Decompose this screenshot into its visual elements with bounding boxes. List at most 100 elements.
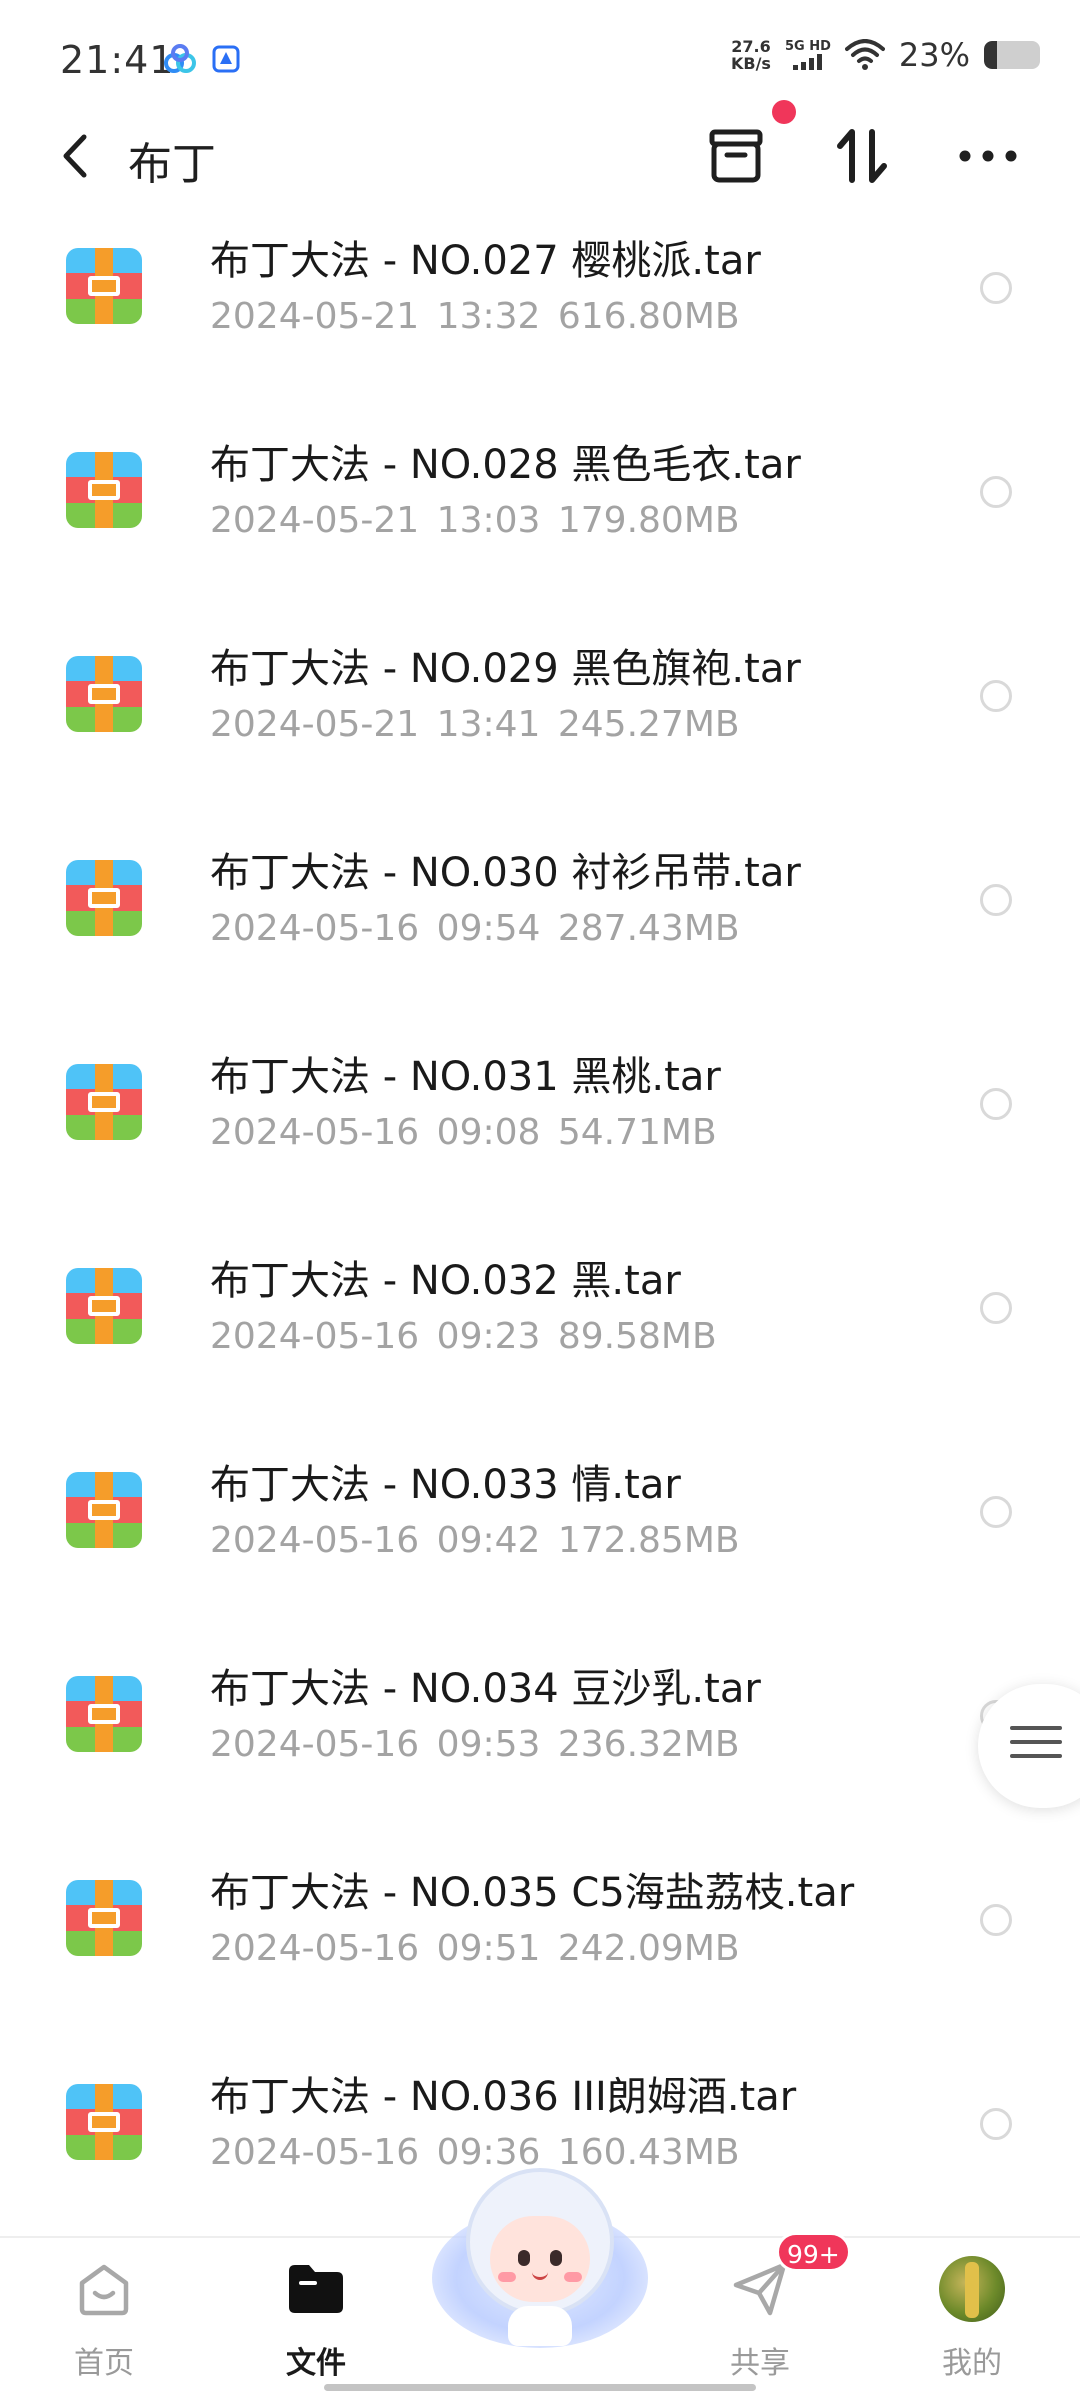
file-name: 布丁大法 - NO.028 黑色毛衣.tar [210,442,801,488]
file-date: 2024-05-21 [210,704,420,745]
archive-file-icon [66,1472,142,1548]
file-meta: 2024-05-21 13:32 616.80MB [210,296,740,337]
file-size: 89.58MB [557,1316,717,1357]
status-bar: 21:41 27.6 KB/s 5G HD 23% [0,0,1080,125]
folder-icon [283,2256,349,2322]
file-name: 布丁大法 - NO.030 衬衫吊带.tar [210,850,801,896]
file-row[interactable]: 布丁大法 - NO.035 C5海盐荔枝.tar 2024-05-16 09:5… [0,1836,1080,2040]
file-date: 2024-05-16 [210,1928,420,1969]
file-name: 布丁大法 - NO.034 豆沙乳.tar [210,1666,761,1712]
home-indicator[interactable] [324,2384,756,2391]
file-row[interactable]: 布丁大法 - NO.031 黑桃.tar 2024-05-16 09:08 54… [0,1020,1080,1224]
nav-item-share[interactable]: 99+ 共享 [680,2232,851,2388]
status-notification-icons [163,44,241,74]
transfer-button[interactable] [704,124,768,188]
file-row[interactable]: 布丁大法 - NO.029 黑色旗袍.tar 2024-05-21 13:41 … [0,612,1080,816]
file-name: 布丁大法 - NO.033 情.tar [210,1462,681,1508]
file-date: 2024-05-16 [210,2132,420,2173]
archive-box-icon [709,129,763,183]
file-size: 287.43MB [557,908,740,949]
archive-file-icon [66,1064,142,1140]
select-checkbox[interactable] [980,1904,1012,1936]
file-size: 179.80MB [557,500,740,541]
file-row[interactable]: 布丁大法 - NO.032 黑.tar 2024-05-16 09:23 89.… [0,1224,1080,1428]
file-time: 09:42 [436,1520,541,1561]
file-size: 160.43MB [557,2132,740,2173]
file-date: 2024-05-16 [210,1724,420,1765]
file-size: 172.85MB [557,1520,740,1561]
file-row[interactable]: 布丁大法 - NO.033 情.tar 2024-05-16 09:42 172… [0,1428,1080,1632]
notification-dot [772,100,796,124]
file-meta: 2024-05-16 09:23 89.58MB [210,1316,717,1357]
archive-file-icon [66,656,142,732]
nav-item-profile[interactable]: 我的 [892,2238,1052,2388]
file-meta: 2024-05-16 09:54 287.43MB [210,908,740,949]
more-button[interactable] [956,124,1020,188]
network-speed-value: 27.6 [731,37,771,56]
file-time: 13:41 [436,704,541,745]
file-name: 布丁大法 - NO.032 黑.tar [210,1258,681,1304]
network-speed: 27.6 KB/s [731,38,771,72]
file-time: 09:51 [436,1928,541,1969]
status-right: 27.6 KB/s 5G HD 23% [731,36,1040,74]
header: 布丁 [0,100,1080,192]
archive-file-icon [66,1880,142,1956]
nav-item-files[interactable]: 文件 [236,2238,396,2388]
sort-icon [837,129,887,183]
archive-file-icon [66,1676,142,1752]
back-button[interactable] [50,130,100,182]
file-date: 2024-05-16 [210,1112,420,1153]
file-name: 布丁大法 - NO.031 黑桃.tar [210,1054,721,1100]
file-row[interactable]: 布丁大法 - NO.027 樱桃派.tar 2024-05-21 13:32 6… [0,204,1080,408]
archive-file-icon [66,860,142,936]
home-icon [71,2256,137,2322]
file-meta: 2024-05-16 09:51 242.09MB [210,1928,740,1969]
nav-label: 文件 [286,2346,346,2381]
wifi-icon [844,39,885,70]
file-row[interactable]: 布丁大法 - NO.028 黑色毛衣.tar 2024-05-21 13:03 … [0,408,1080,612]
file-row[interactable]: 布丁大法 - NO.030 衬衫吊带.tar 2024-05-16 09:54 … [0,816,1080,1020]
select-checkbox[interactable] [980,1496,1012,1528]
select-checkbox[interactable] [980,476,1012,508]
select-checkbox[interactable] [980,680,1012,712]
file-name: 布丁大法 - NO.035 C5海盐荔枝.tar [210,1870,855,1916]
file-size: 242.09MB [557,1928,740,1969]
file-meta: 2024-05-16 09:53 236.32MB [210,1724,740,1765]
file-time: 09:36 [436,2132,541,2173]
file-date: 2024-05-21 [210,296,420,337]
file-time: 09:53 [436,1724,541,1765]
file-time: 13:03 [436,500,541,541]
file-meta: 2024-05-16 09:08 54.71MB [210,1112,717,1153]
file-date: 2024-05-16 [210,1520,420,1561]
nav-item-home[interactable]: 首页 [24,2238,184,2388]
select-checkbox[interactable] [980,1088,1012,1120]
page-title: 布丁 [128,139,216,190]
file-meta: 2024-05-16 09:42 172.85MB [210,1520,740,1561]
sort-button[interactable] [830,124,894,188]
file-time: 13:32 [436,296,541,337]
file-name: 布丁大法 - NO.027 樱桃派.tar [210,238,761,284]
archive-file-icon [66,1268,142,1344]
nav-label: 我的 [942,2346,1002,2381]
menu-icon [1010,1726,1062,1768]
select-checkbox[interactable] [980,884,1012,916]
select-checkbox[interactable] [980,272,1012,304]
app-icon [212,45,240,73]
file-meta: 2024-05-21 13:03 179.80MB [210,500,740,541]
file-meta: 2024-05-16 09:36 160.43MB [210,2132,740,2173]
file-size: 616.80MB [557,296,740,337]
select-checkbox[interactable] [980,2108,1012,2140]
file-row[interactable]: 布丁大法 - NO.034 豆沙乳.tar 2024-05-16 09:53 2… [0,1632,1080,1836]
file-time: 09:23 [436,1316,541,1357]
nav-label: 共享 [730,2346,790,2381]
assistant-mascot-button[interactable] [432,2168,648,2358]
archive-file-icon [66,452,142,528]
signal-indicator: 5G HD [785,40,831,70]
file-time: 09:54 [436,908,541,949]
chevron-left-icon [63,134,87,178]
file-time: 09:08 [436,1112,541,1153]
nav-label: 首页 [74,2346,134,2381]
select-checkbox[interactable] [980,1292,1012,1324]
battery-icon [984,41,1040,69]
battery-percent: 23% [898,36,970,74]
